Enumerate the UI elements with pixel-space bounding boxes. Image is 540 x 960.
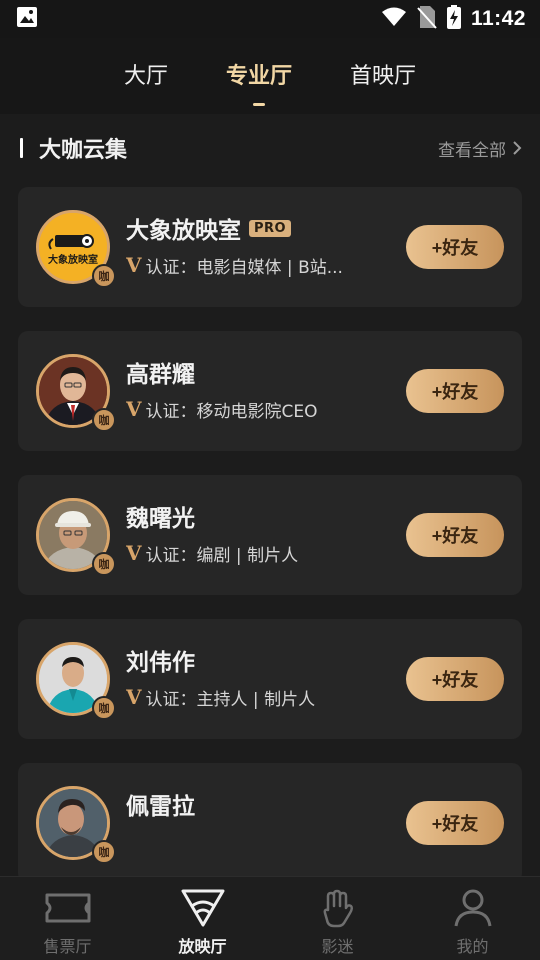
card-info: 高群耀 V 认证：移动电影院CEO bbox=[126, 357, 392, 421]
card-info: 刘伟作 V 认证：主持人 | 制片人 bbox=[126, 645, 392, 709]
nav-label: 影迷 bbox=[321, 937, 354, 956]
avatar-container[interactable]: 大象放映室 咖 bbox=[36, 210, 116, 288]
vip-badge: 咖 bbox=[92, 408, 116, 432]
add-friend-button[interactable]: +好友 bbox=[406, 801, 504, 845]
vip-badge: 咖 bbox=[92, 840, 116, 864]
vip-badge: 咖 bbox=[92, 552, 116, 576]
nav-mine[interactable]: 我的 bbox=[405, 877, 540, 960]
view-all-link[interactable]: 查看全部 bbox=[438, 136, 522, 161]
user-name[interactable]: 魏曙光 bbox=[126, 499, 195, 533]
celebrity-card[interactable]: 咖 高群耀 V 认证：移动电影院CEO +好友 bbox=[18, 331, 522, 451]
user-name[interactable]: 刘伟作 bbox=[126, 643, 195, 677]
nav-label: 放映厅 bbox=[178, 937, 227, 956]
section-marker bbox=[20, 138, 23, 158]
section-header: 大咖云集 查看全部 bbox=[0, 114, 540, 182]
verified-v-icon: V bbox=[126, 253, 142, 277]
user-name[interactable]: 高群耀 bbox=[126, 355, 195, 389]
nav-fans[interactable]: 影迷 bbox=[270, 877, 405, 960]
view-all-label: 查看全部 bbox=[438, 140, 506, 161]
nav-ticket-hall[interactable]: 售票厅 bbox=[0, 877, 135, 960]
chevron-right-icon bbox=[513, 141, 522, 155]
verified-v-icon: V bbox=[126, 541, 142, 565]
nav-label: 售票厅 bbox=[43, 937, 92, 956]
add-friend-button[interactable]: +好友 bbox=[406, 225, 504, 269]
celebrity-card[interactable]: 咖 刘伟作 V 认证：主持人 | 制片人 +好友 bbox=[18, 619, 522, 739]
avatar-container[interactable]: 咖 bbox=[36, 354, 116, 432]
celebrity-card[interactable]: 咖 魏曙光 V 认证：编剧 | 制片人 +好友 bbox=[18, 475, 522, 595]
verified-v-icon: V bbox=[126, 397, 142, 421]
user-name[interactable]: 佩雷拉 bbox=[126, 787, 195, 821]
add-friend-button[interactable]: +好友 bbox=[406, 657, 504, 701]
bottom-navigation: 售票厅 放映厅 影迷 我的 bbox=[0, 876, 540, 960]
add-friend-button[interactable]: +好友 bbox=[406, 513, 504, 557]
status-time: 11:42 bbox=[470, 7, 526, 30]
battery-charging-icon bbox=[446, 5, 461, 33]
verified-v-icon: V bbox=[126, 685, 142, 709]
avatar-container[interactable]: 咖 bbox=[36, 786, 116, 864]
pro-badge: PRO bbox=[249, 219, 292, 237]
avatar-container[interactable]: 咖 bbox=[36, 498, 116, 576]
certification-text: 认证：编剧 | 制片人 bbox=[145, 545, 299, 566]
avatar-logo-text: 大象放映室 bbox=[48, 253, 98, 266]
tab-hall[interactable]: 大厅 bbox=[124, 58, 168, 94]
user-name[interactable]: 大象放映室 bbox=[126, 211, 241, 245]
ticket-icon bbox=[44, 887, 92, 929]
avatar-container[interactable]: 咖 bbox=[36, 642, 116, 720]
vip-badge: 咖 bbox=[92, 696, 116, 720]
celebrity-card[interactable]: 大象放映室 咖 大象放映室 PRO V 认证：电影自媒体 | B站... +好友 bbox=[18, 187, 522, 307]
hand-gesture-icon bbox=[314, 887, 362, 929]
certification-text: 认证：主持人 | 制片人 bbox=[145, 689, 316, 710]
tab-premiere-hall[interactable]: 首映厅 bbox=[350, 58, 416, 94]
main-content: 大咖云集 查看全部 大象放映室 咖 大象放映室 PRO V 认证：电影自媒体 |… bbox=[0, 114, 540, 876]
nav-screening-hall[interactable]: 放映厅 bbox=[135, 877, 270, 960]
add-friend-button[interactable]: +好友 bbox=[406, 369, 504, 413]
celebrity-card[interactable]: 咖 佩雷拉 +好友 bbox=[18, 763, 522, 876]
person-icon bbox=[449, 887, 497, 929]
certification-text: 认证：移动电影院CEO bbox=[145, 401, 318, 422]
top-tab-bar: 大厅 专业厅 首映厅 bbox=[0, 38, 540, 114]
certification-text: 认证：电影自媒体 | B站... bbox=[145, 257, 343, 278]
vip-badge: 咖 bbox=[92, 264, 116, 288]
wifi-icon bbox=[381, 6, 407, 32]
tab-professional-hall[interactable]: 专业厅 bbox=[226, 58, 292, 94]
card-info: 魏曙光 V 认证：编剧 | 制片人 bbox=[126, 501, 392, 565]
image-notification-icon bbox=[16, 6, 38, 32]
nav-label: 我的 bbox=[456, 937, 489, 956]
no-sim-icon bbox=[417, 5, 437, 33]
card-info: 佩雷拉 bbox=[126, 787, 392, 821]
projector-icon bbox=[179, 887, 227, 929]
section-title: 大咖云集 bbox=[39, 138, 128, 163]
status-bar: 11:42 bbox=[0, 0, 540, 38]
card-info: 大象放映室 PRO V 认证：电影自媒体 | B站... bbox=[126, 213, 392, 277]
